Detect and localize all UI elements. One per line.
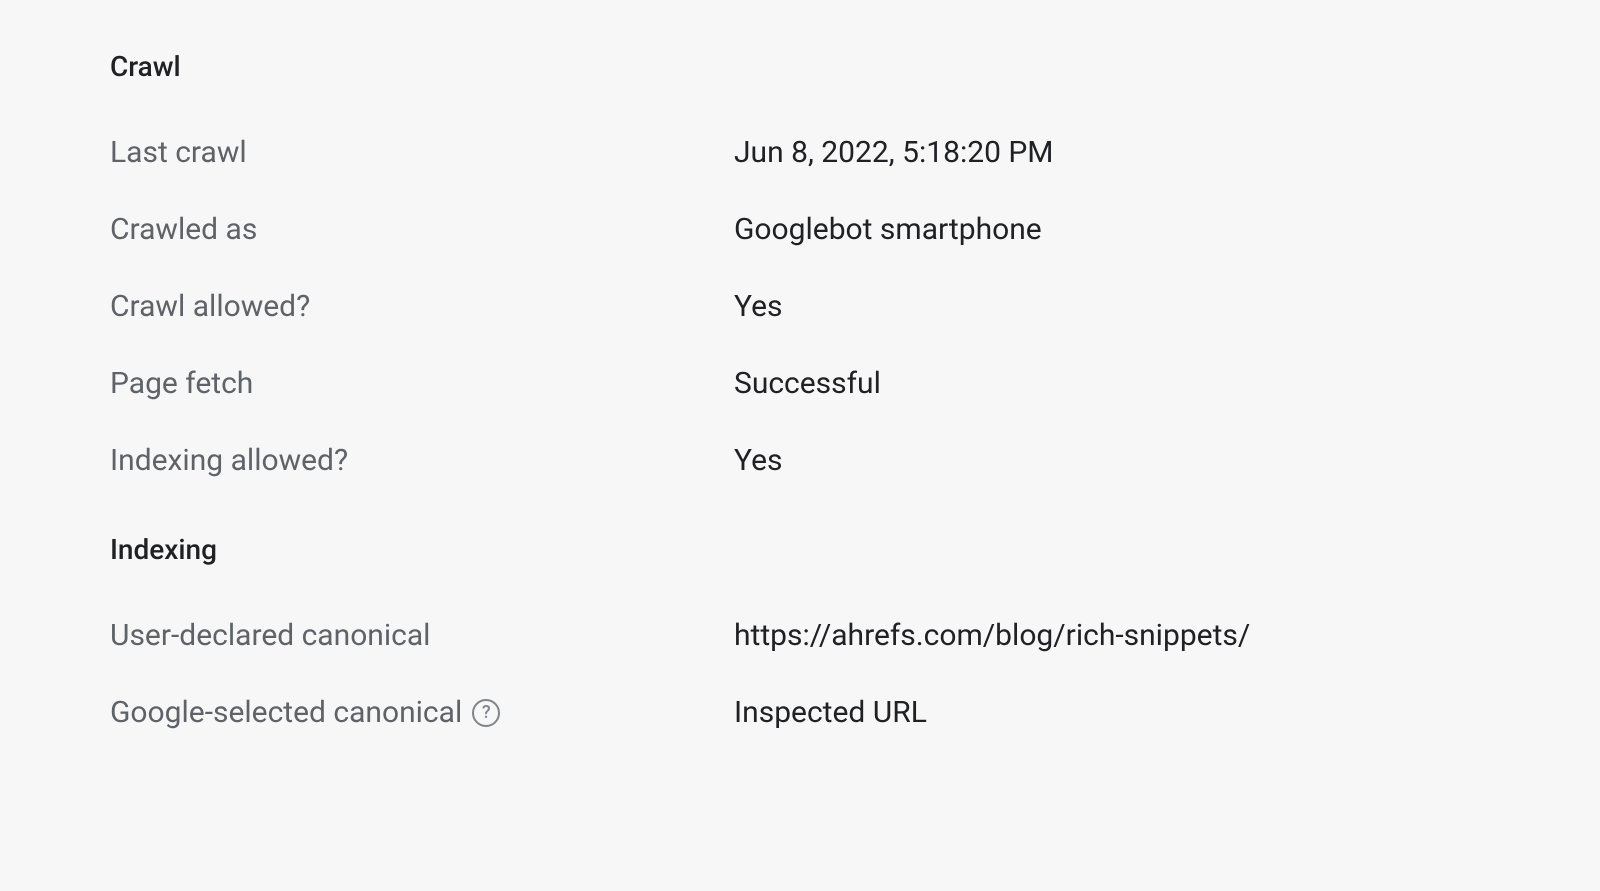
google-selected-canonical-value: Inspected URL [734,695,927,730]
indexing-allowed-label: Indexing allowed? [110,443,734,478]
indexing-allowed-row: Indexing allowed? Yes [110,443,1490,478]
indexing-allowed-value: Yes [734,443,782,478]
crawled-as-row: Crawled as Googlebot smartphone [110,212,1490,247]
indexing-heading: Indexing [110,533,1490,566]
help-icon[interactable]: ? [472,699,500,727]
crawl-section: Crawl Last crawl Jun 8, 2022, 5:18:20 PM… [110,50,1490,478]
indexing-section: Indexing User-declared canonical https:/… [110,533,1490,730]
last-crawl-value: Jun 8, 2022, 5:18:20 PM [734,135,1053,170]
last-crawl-label: Last crawl [110,135,734,170]
user-declared-canonical-value: https://ahrefs.com/blog/rich-snippets/ [734,618,1250,653]
page-fetch-value: Successful [734,366,881,401]
crawl-allowed-label: Crawl allowed? [110,289,734,324]
page-fetch-label: Page fetch [110,366,734,401]
crawl-heading: Crawl [110,50,1490,83]
crawled-as-label: Crawled as [110,212,734,247]
page-fetch-row: Page fetch Successful [110,366,1490,401]
user-declared-canonical-label: User-declared canonical [110,618,734,653]
user-declared-canonical-row: User-declared canonical https://ahrefs.c… [110,618,1490,653]
google-selected-canonical-label-text: Google-selected canonical [110,695,462,730]
last-crawl-row: Last crawl Jun 8, 2022, 5:18:20 PM [110,135,1490,170]
crawl-allowed-value: Yes [734,289,782,324]
google-selected-canonical-row: Google-selected canonical ? Inspected UR… [110,695,1490,730]
google-selected-canonical-label: Google-selected canonical ? [110,695,734,730]
crawled-as-value: Googlebot smartphone [734,212,1042,247]
crawl-allowed-row: Crawl allowed? Yes [110,289,1490,324]
